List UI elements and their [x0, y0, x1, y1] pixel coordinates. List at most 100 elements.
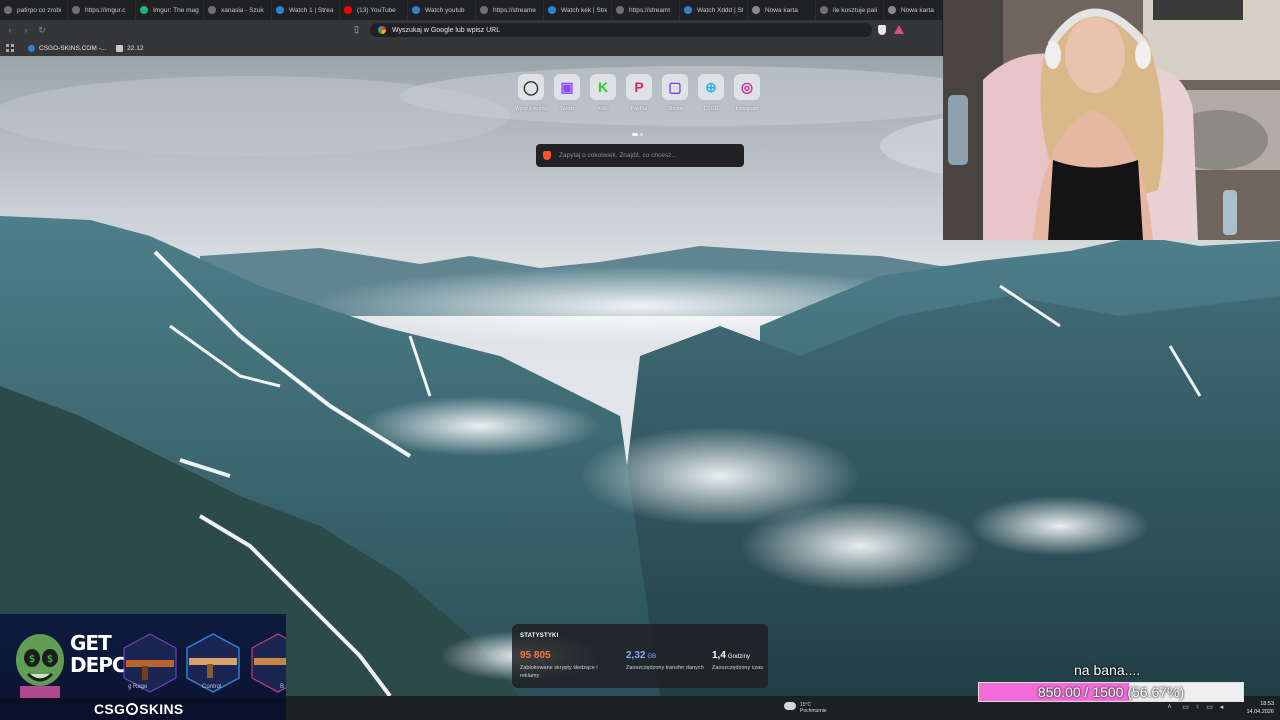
speed-dial-pager[interactable] — [632, 123, 648, 136]
instagram-icon: ◎ — [734, 74, 760, 100]
back-icon[interactable]: ‹ — [4, 24, 16, 36]
ad-headline: GET DEPC — [70, 631, 127, 676]
volume-icon[interactable]: ◂ — [1218, 704, 1225, 711]
target-icon — [126, 703, 139, 715]
leo-search-placeholder: Zapytaj o cokolwiek. Znajdź, co chcesz..… — [559, 152, 677, 159]
speed-dial-tile[interactable]: ▣ Twitch — [550, 74, 584, 112]
ad-headline-line: GET — [70, 631, 112, 655]
stat-bandwidth: 2,32 GB Zaoszczędzony transfer danych — [626, 650, 706, 672]
browser-tab[interactable]: Imgur: The mag — [136, 0, 204, 20]
tab-title: Watch youtub — [425, 6, 465, 14]
stream-screen: patirpo co zrobi https://imgur.c Imgur: Th… — [0, 0, 1280, 720]
twitch-purple-icon: ▢ — [662, 74, 688, 100]
stat-time: 1,4 Godziny Zaoszczędzony czas — [712, 650, 792, 672]
browser-tab[interactable]: Nowa karta — [748, 0, 816, 20]
tab-favicon-icon — [548, 6, 556, 14]
bookmark-folder[interactable]: 22.12 — [116, 44, 144, 52]
speed-dial-tile[interactable]: K Kick — [586, 74, 620, 112]
address-bar[interactable]: Wyszukaj w Google lub wpisz URL — [370, 23, 872, 37]
speed-dial-label: PayPal — [631, 106, 647, 112]
stat-unit: GB — [647, 654, 657, 660]
webcam-overlay — [943, 0, 1280, 240]
browser-tab[interactable]: xanasia - Szuk — [204, 0, 272, 20]
clock-date: 14.04.2026 — [1246, 709, 1274, 715]
tab-favicon-icon — [752, 6, 760, 14]
tab-favicon-icon — [208, 6, 216, 14]
skin-caption: g Rage — [128, 684, 148, 690]
browser-tab[interactable]: https://streamt — [612, 0, 680, 20]
browser-tab[interactable]: Watch kek | Stre — [544, 0, 612, 20]
browser-tab-strip: patirpo co zrobi https://imgur.c Imgur: Th… — [0, 0, 942, 20]
tab-title: Imgur: The mag — [153, 6, 199, 14]
svg-text:$: $ — [29, 654, 35, 665]
tab-favicon-icon — [412, 6, 420, 14]
speed-dial-tile[interactable]: ⊕ CSGO — [694, 74, 728, 112]
csgo-skins-logo: CSG SKINS — [94, 701, 184, 717]
brave-search-icon: ◯ — [518, 74, 544, 100]
tab-favicon-icon — [72, 6, 80, 14]
tab-favicon-icon — [888, 6, 896, 14]
browser-tab[interactable]: https://imgur.c — [68, 0, 136, 20]
speed-dial-tile[interactable]: ◯ Wyszukiwarka — [514, 74, 548, 112]
tab-favicon-icon — [684, 6, 692, 14]
skin-caption: Control — [202, 684, 222, 690]
browser-tab[interactable]: Watch youtub — [408, 0, 476, 20]
tab-title: xanasia - Szuk — [221, 6, 264, 14]
forward-icon[interactable]: › — [20, 24, 32, 36]
csgo-skins-ad[interactable]: $ $ GET DEPC g Rage Control B CSG SKINS — [0, 614, 286, 720]
twitch-icon: ▣ — [554, 74, 580, 100]
speed-dial-label: Wyszukiwarka — [515, 106, 547, 112]
stat-caption: Zaoszczędzony transfer danych — [626, 665, 704, 671]
stat-value: 2,32 — [626, 650, 646, 661]
browser-tab[interactable]: https://streame — [476, 0, 544, 20]
stat-trackers: 95 805 Zablokowane skrypty śledzące i re… — [520, 650, 600, 680]
tab-favicon-icon — [140, 6, 148, 14]
folder-icon — [116, 44, 124, 52]
tab-favicon-icon — [276, 6, 284, 14]
apps-grid-icon[interactable] — [6, 44, 14, 52]
reload-icon[interactable]: ↻ — [36, 24, 48, 36]
brand-left: CSG — [94, 701, 126, 717]
browser-tab[interactable]: Watch Xddd | St — [680, 0, 748, 20]
bookmark-icon[interactable]: ▯ — [354, 24, 364, 36]
speed-dial-tile[interactable]: P PayPal — [622, 74, 656, 112]
brave-shields-icon[interactable] — [878, 25, 886, 35]
bookmarks-bar: CSGO-SKINS.COM -... 22.12 — [0, 40, 942, 56]
browser-tab[interactable]: (13) YouTube — [340, 0, 408, 20]
cloud-icon — [784, 702, 796, 710]
browser-tab[interactable]: Nowa karta — [884, 0, 942, 20]
stat-unit: Godziny — [727, 654, 750, 660]
target-icon: ⊕ — [698, 74, 724, 100]
tab-title: Watch kek | Stre — [561, 6, 607, 14]
stats-heading: STATYSTYKI — [520, 633, 559, 639]
tab-favicon-icon — [616, 6, 624, 14]
address-bar-placeholder: Wyszukaj w Google lub wpisz URL — [392, 26, 501, 34]
chevron-up-icon[interactable]: ˄ — [1166, 704, 1173, 711]
weather-desc: Pochmurnie — [800, 708, 827, 714]
weather-widget[interactable]: 15°C Pochmurnie — [784, 702, 827, 714]
bookmark-csgo-skins[interactable]: CSGO-SKINS.COM -... — [28, 44, 107, 52]
brave-rewards-icon[interactable] — [894, 25, 904, 34]
display-icon[interactable]: ▭ — [1206, 704, 1213, 711]
browser-tab[interactable]: ile kosztuje pali — [816, 0, 884, 20]
speed-dial-label: CSGO — [703, 106, 719, 112]
donation-goal-bar: 850.00 / 1500 (56.67%) — [978, 682, 1244, 702]
leo-search-box[interactable]: Zapytaj o cokolwiek. Znajdź, co chcesz..… — [536, 144, 744, 167]
bookmark-label: CSGO-SKINS.COM -... — [39, 44, 107, 52]
browser-tab[interactable]: Watch 1 | Strea — [272, 0, 340, 20]
stat-caption: Zaoszczędzony czas — [712, 665, 764, 671]
network-icon[interactable]: ▭ — [1182, 704, 1189, 711]
speed-dial-tile[interactable]: ◎ Instagram — [730, 74, 764, 112]
svg-text:$: $ — [47, 654, 53, 665]
browser-tab[interactable]: patirpo co zrobi — [0, 0, 68, 20]
mascot-icon: $ $ — [16, 634, 64, 706]
tab-title: https://streame — [493, 6, 536, 14]
taskbar-clock[interactable]: 18:53 14.04.2026 — [1246, 700, 1274, 716]
speed-dial-label: Instagram — [735, 106, 759, 112]
speed-dial-tile[interactable]: ▢ Steam — [658, 74, 692, 112]
mic-icon[interactable]: ♮ — [1194, 704, 1201, 711]
bookmark-label: 22.12 — [127, 44, 144, 52]
tab-title: Nowa karta — [901, 6, 934, 14]
tab-favicon-icon — [480, 6, 488, 14]
speed-dial-label: Twitch — [559, 106, 575, 112]
